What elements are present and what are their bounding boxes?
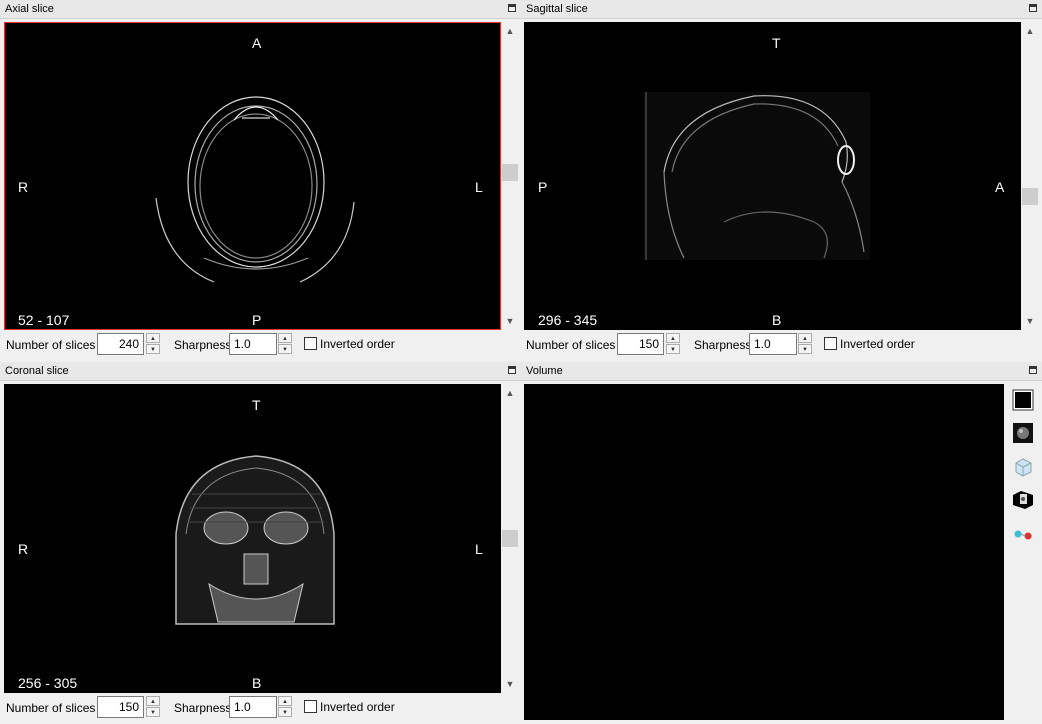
slices-label: Number of slices bbox=[526, 338, 616, 352]
background-color-icon[interactable] bbox=[1011, 388, 1035, 412]
volume-title: Volume bbox=[526, 365, 563, 377]
spin-up-icon[interactable]: ▲ bbox=[666, 333, 680, 343]
axial-controls: Number of slices 240 ▲ ▼ Sharpness 1.0 ▲ ▼… bbox=[0, 332, 521, 358]
maximize-icon[interactable] bbox=[1029, 4, 1037, 12]
sharpness-spinbox[interactable]: 1.0 ▲ ▼ bbox=[229, 696, 293, 718]
orient-right: L bbox=[475, 541, 483, 557]
coronal-viewport[interactable]: T B R L 256 - 305 bbox=[4, 384, 501, 693]
orient-bottom: B bbox=[772, 312, 782, 328]
orient-left: P bbox=[538, 179, 548, 195]
inverted-order-label[interactable]: Inverted order bbox=[320, 337, 395, 351]
scroll-up-icon[interactable]: ▲ bbox=[501, 24, 519, 38]
slices-input[interactable]: 150 bbox=[617, 333, 664, 355]
spin-down-icon[interactable]: ▼ bbox=[278, 344, 292, 354]
volume-render-icon[interactable] bbox=[1011, 421, 1035, 445]
scroll-down-icon[interactable]: ▼ bbox=[501, 314, 519, 328]
sagittal-pane: Sagittal slice T B P A 296 - 345 ▲ ▼ Num… bbox=[521, 0, 1042, 362]
sharpness-label: Sharpness bbox=[174, 338, 232, 352]
orient-top: A bbox=[252, 35, 262, 51]
slice-range: 296 - 345 bbox=[538, 312, 598, 328]
slices-spinbox[interactable]: 150 ▲ ▼ bbox=[617, 333, 681, 355]
slices-input[interactable]: 150 bbox=[97, 696, 144, 718]
scroll-thumb[interactable] bbox=[502, 164, 518, 181]
spin-down-icon[interactable]: ▼ bbox=[278, 707, 292, 717]
maximize-icon[interactable] bbox=[508, 4, 516, 12]
spin-up-icon[interactable]: ▲ bbox=[146, 333, 160, 343]
sharpness-input[interactable]: 1.0 bbox=[229, 333, 277, 355]
slices-spinbox[interactable]: 240 ▲ ▼ bbox=[97, 333, 161, 355]
orient-top: T bbox=[252, 397, 261, 413]
slices-input[interactable]: 240 bbox=[97, 333, 144, 355]
orient-right: L bbox=[475, 179, 483, 195]
slice-range: 256 - 305 bbox=[18, 675, 78, 691]
sagittal-viewport[interactable]: T B P A 296 - 345 bbox=[524, 22, 1021, 330]
axial-viewport[interactable]: A P R L 52 - 107 bbox=[4, 22, 501, 330]
coronal-title: Coronal slice bbox=[5, 365, 69, 377]
sharpness-spinbox[interactable]: 1.0 ▲ ▼ bbox=[229, 333, 293, 355]
checkbox-box[interactable] bbox=[304, 700, 317, 713]
slices-label: Number of slices bbox=[6, 701, 96, 715]
volume-titlebar: Volume bbox=[521, 362, 1042, 381]
scroll-down-icon[interactable]: ▼ bbox=[1021, 314, 1039, 328]
maximize-icon[interactable] bbox=[1029, 366, 1037, 374]
spin-up-icon[interactable]: ▲ bbox=[278, 696, 292, 706]
coronal-titlebar: Coronal slice bbox=[0, 362, 521, 381]
orient-top: T bbox=[772, 35, 781, 51]
coronal-controls: Number of slices 150 ▲ ▼ Sharpness 1.0 ▲ ▼… bbox=[0, 695, 521, 721]
slices-spinbox[interactable]: 150 ▲ ▼ bbox=[97, 696, 161, 718]
coronal-pane: Coronal slice T B R L 256 - 305 ▲ ▼ Numb… bbox=[0, 362, 521, 724]
checkbox-box[interactable] bbox=[304, 337, 317, 350]
stereo-glasses-icon[interactable] bbox=[1011, 520, 1035, 544]
sharpness-input[interactable]: 1.0 bbox=[229, 696, 277, 718]
sharpness-label: Sharpness bbox=[694, 338, 752, 352]
scroll-up-icon[interactable]: ▲ bbox=[1021, 24, 1039, 38]
scroll-down-icon[interactable]: ▼ bbox=[501, 677, 519, 691]
scroll-up-icon[interactable]: ▲ bbox=[501, 386, 519, 400]
axial-ct-image bbox=[155, 96, 355, 283]
axial-pane: Axial slice A P R L 52 - 107 ▲ ▼ Number … bbox=[0, 0, 521, 362]
inverted-order-label[interactable]: Inverted order bbox=[320, 700, 395, 714]
slice-planes-icon[interactable] bbox=[1011, 487, 1035, 511]
axial-title: Axial slice bbox=[5, 3, 54, 15]
orient-right: A bbox=[995, 179, 1005, 195]
bounding-box-icon[interactable] bbox=[1011, 454, 1035, 478]
scroll-thumb[interactable] bbox=[502, 530, 518, 547]
axial-titlebar: Axial slice bbox=[0, 0, 521, 19]
slices-label: Number of slices bbox=[6, 338, 96, 352]
maximize-icon[interactable] bbox=[508, 366, 516, 374]
spin-up-icon[interactable]: ▲ bbox=[278, 333, 292, 343]
sagittal-ct-image bbox=[644, 92, 870, 260]
scroll-thumb[interactable] bbox=[1022, 188, 1038, 205]
sharpness-label: Sharpness bbox=[174, 701, 232, 715]
volume-pane: Volume bbox=[521, 362, 1042, 724]
spin-down-icon[interactable]: ▼ bbox=[146, 344, 160, 354]
orient-left: R bbox=[18, 541, 29, 557]
checkbox-box[interactable] bbox=[824, 337, 837, 350]
sagittal-title: Sagittal slice bbox=[526, 3, 588, 15]
coronal-scrollbar[interactable]: ▲ ▼ bbox=[501, 384, 519, 693]
orient-left: R bbox=[18, 179, 29, 195]
spin-down-icon[interactable]: ▼ bbox=[798, 344, 812, 354]
sagittal-scrollbar[interactable]: ▲ ▼ bbox=[1021, 22, 1039, 330]
volume-viewport[interactable] bbox=[524, 384, 1004, 720]
coronal-ct-image bbox=[175, 455, 335, 625]
sharpness-spinbox[interactable]: 1.0 ▲ ▼ bbox=[749, 333, 813, 355]
sharpness-input[interactable]: 1.0 bbox=[749, 333, 797, 355]
sagittal-titlebar: Sagittal slice bbox=[521, 0, 1042, 19]
spin-down-icon[interactable]: ▼ bbox=[146, 707, 160, 717]
axial-scrollbar[interactable]: ▲ ▼ bbox=[501, 22, 519, 330]
slice-range: 52 - 107 bbox=[18, 312, 70, 328]
orient-bottom: B bbox=[252, 675, 262, 691]
volume-toolbar bbox=[1011, 388, 1035, 558]
orient-bottom: P bbox=[252, 312, 262, 328]
spin-up-icon[interactable]: ▲ bbox=[146, 696, 160, 706]
inverted-order-label[interactable]: Inverted order bbox=[840, 337, 915, 351]
spin-up-icon[interactable]: ▲ bbox=[798, 333, 812, 343]
sagittal-controls: Number of slices 150 ▲ ▼ Sharpness 1.0 ▲ ▼… bbox=[521, 332, 1042, 358]
spin-down-icon[interactable]: ▼ bbox=[666, 344, 680, 354]
